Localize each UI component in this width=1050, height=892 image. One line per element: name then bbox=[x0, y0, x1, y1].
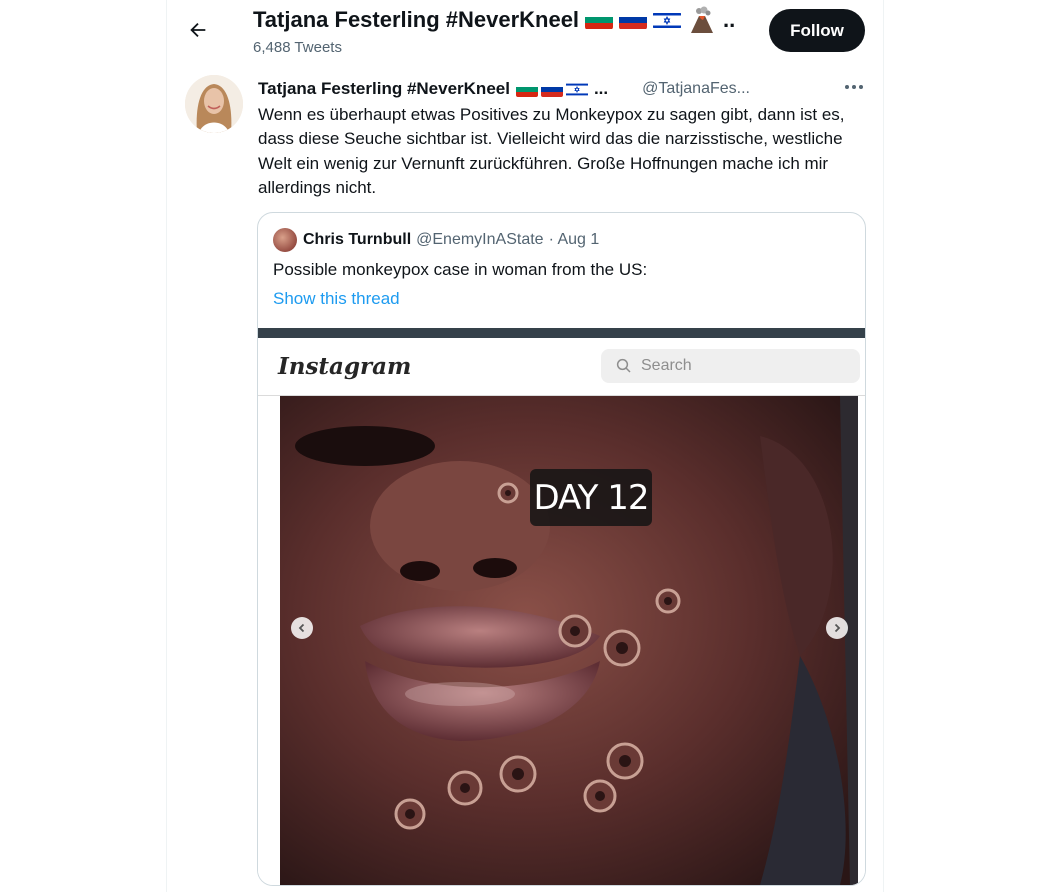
quote-media[interactable]: Instagram Search DAY 12 bbox=[258, 328, 865, 885]
quote-header: Chris Turnbull @EnemyInAState · Aug 1 bbox=[273, 228, 600, 252]
bulgaria-flag-icon bbox=[515, 81, 538, 97]
timeline-border-left bbox=[166, 0, 167, 892]
russia-flag-icon bbox=[540, 81, 563, 97]
media-top-bar bbox=[258, 328, 865, 338]
day-badge: DAY 12 bbox=[530, 469, 652, 526]
instagram-search-box: Search bbox=[601, 349, 860, 383]
chevron-right-icon bbox=[834, 623, 841, 633]
author-name-ellipsis: ... bbox=[593, 79, 609, 98]
russia-flag-icon bbox=[619, 10, 648, 30]
bulgaria-flag-icon bbox=[585, 10, 614, 30]
search-icon bbox=[616, 358, 631, 373]
volcano-icon bbox=[691, 6, 714, 33]
quoted-tweet[interactable]: Chris Turnbull @EnemyInAState · Aug 1 Po… bbox=[257, 212, 866, 886]
timeline-border-right bbox=[883, 0, 884, 892]
quote-date: · Aug 1 bbox=[548, 231, 600, 248]
tweet-count: 6,488 Tweets bbox=[253, 39, 342, 56]
quote-author-handle: @EnemyInAState bbox=[416, 231, 544, 248]
instagram-search-placeholder: Search bbox=[641, 357, 692, 374]
next-image-button[interactable] bbox=[826, 617, 848, 639]
israel-flag-icon bbox=[653, 10, 682, 30]
profile-header-title: Tatjana Festerling #NeverKneel .. bbox=[253, 6, 735, 34]
tweet-header: Tatjana Festerling #NeverKneel ... @Tatj… bbox=[258, 78, 865, 100]
avatar[interactable] bbox=[185, 75, 243, 133]
chevron-left-icon bbox=[298, 623, 305, 633]
back-arrow-icon bbox=[190, 22, 206, 38]
previous-image-button[interactable] bbox=[291, 617, 313, 639]
show-thread-link[interactable]: Show this thread bbox=[273, 289, 400, 309]
follow-button[interactable]: Follow bbox=[769, 9, 865, 52]
header-title-ellipsis: .. bbox=[723, 7, 736, 32]
author-name[interactable]: Tatjana Festerling #NeverKneel bbox=[258, 79, 510, 99]
author-handle[interactable]: @TatjanaFes... bbox=[642, 80, 750, 98]
israel-flag-icon bbox=[565, 81, 588, 97]
quote-avatar bbox=[273, 228, 297, 252]
media-photo: DAY 12 bbox=[280, 396, 858, 885]
back-button[interactable] bbox=[180, 12, 216, 48]
more-button[interactable] bbox=[843, 76, 865, 98]
quote-text: Possible monkeypox case in woman from th… bbox=[273, 260, 648, 279]
avatar-image bbox=[185, 75, 243, 133]
more-icon bbox=[845, 85, 863, 89]
header-name: Tatjana Festerling #NeverKneel bbox=[253, 7, 580, 32]
instagram-logo: Instagram bbox=[278, 353, 412, 380]
quote-author-name: Chris Turnbull bbox=[303, 231, 412, 248]
tweet-text: Wenn es überhaupt etwas Positives zu Mon… bbox=[258, 105, 845, 198]
